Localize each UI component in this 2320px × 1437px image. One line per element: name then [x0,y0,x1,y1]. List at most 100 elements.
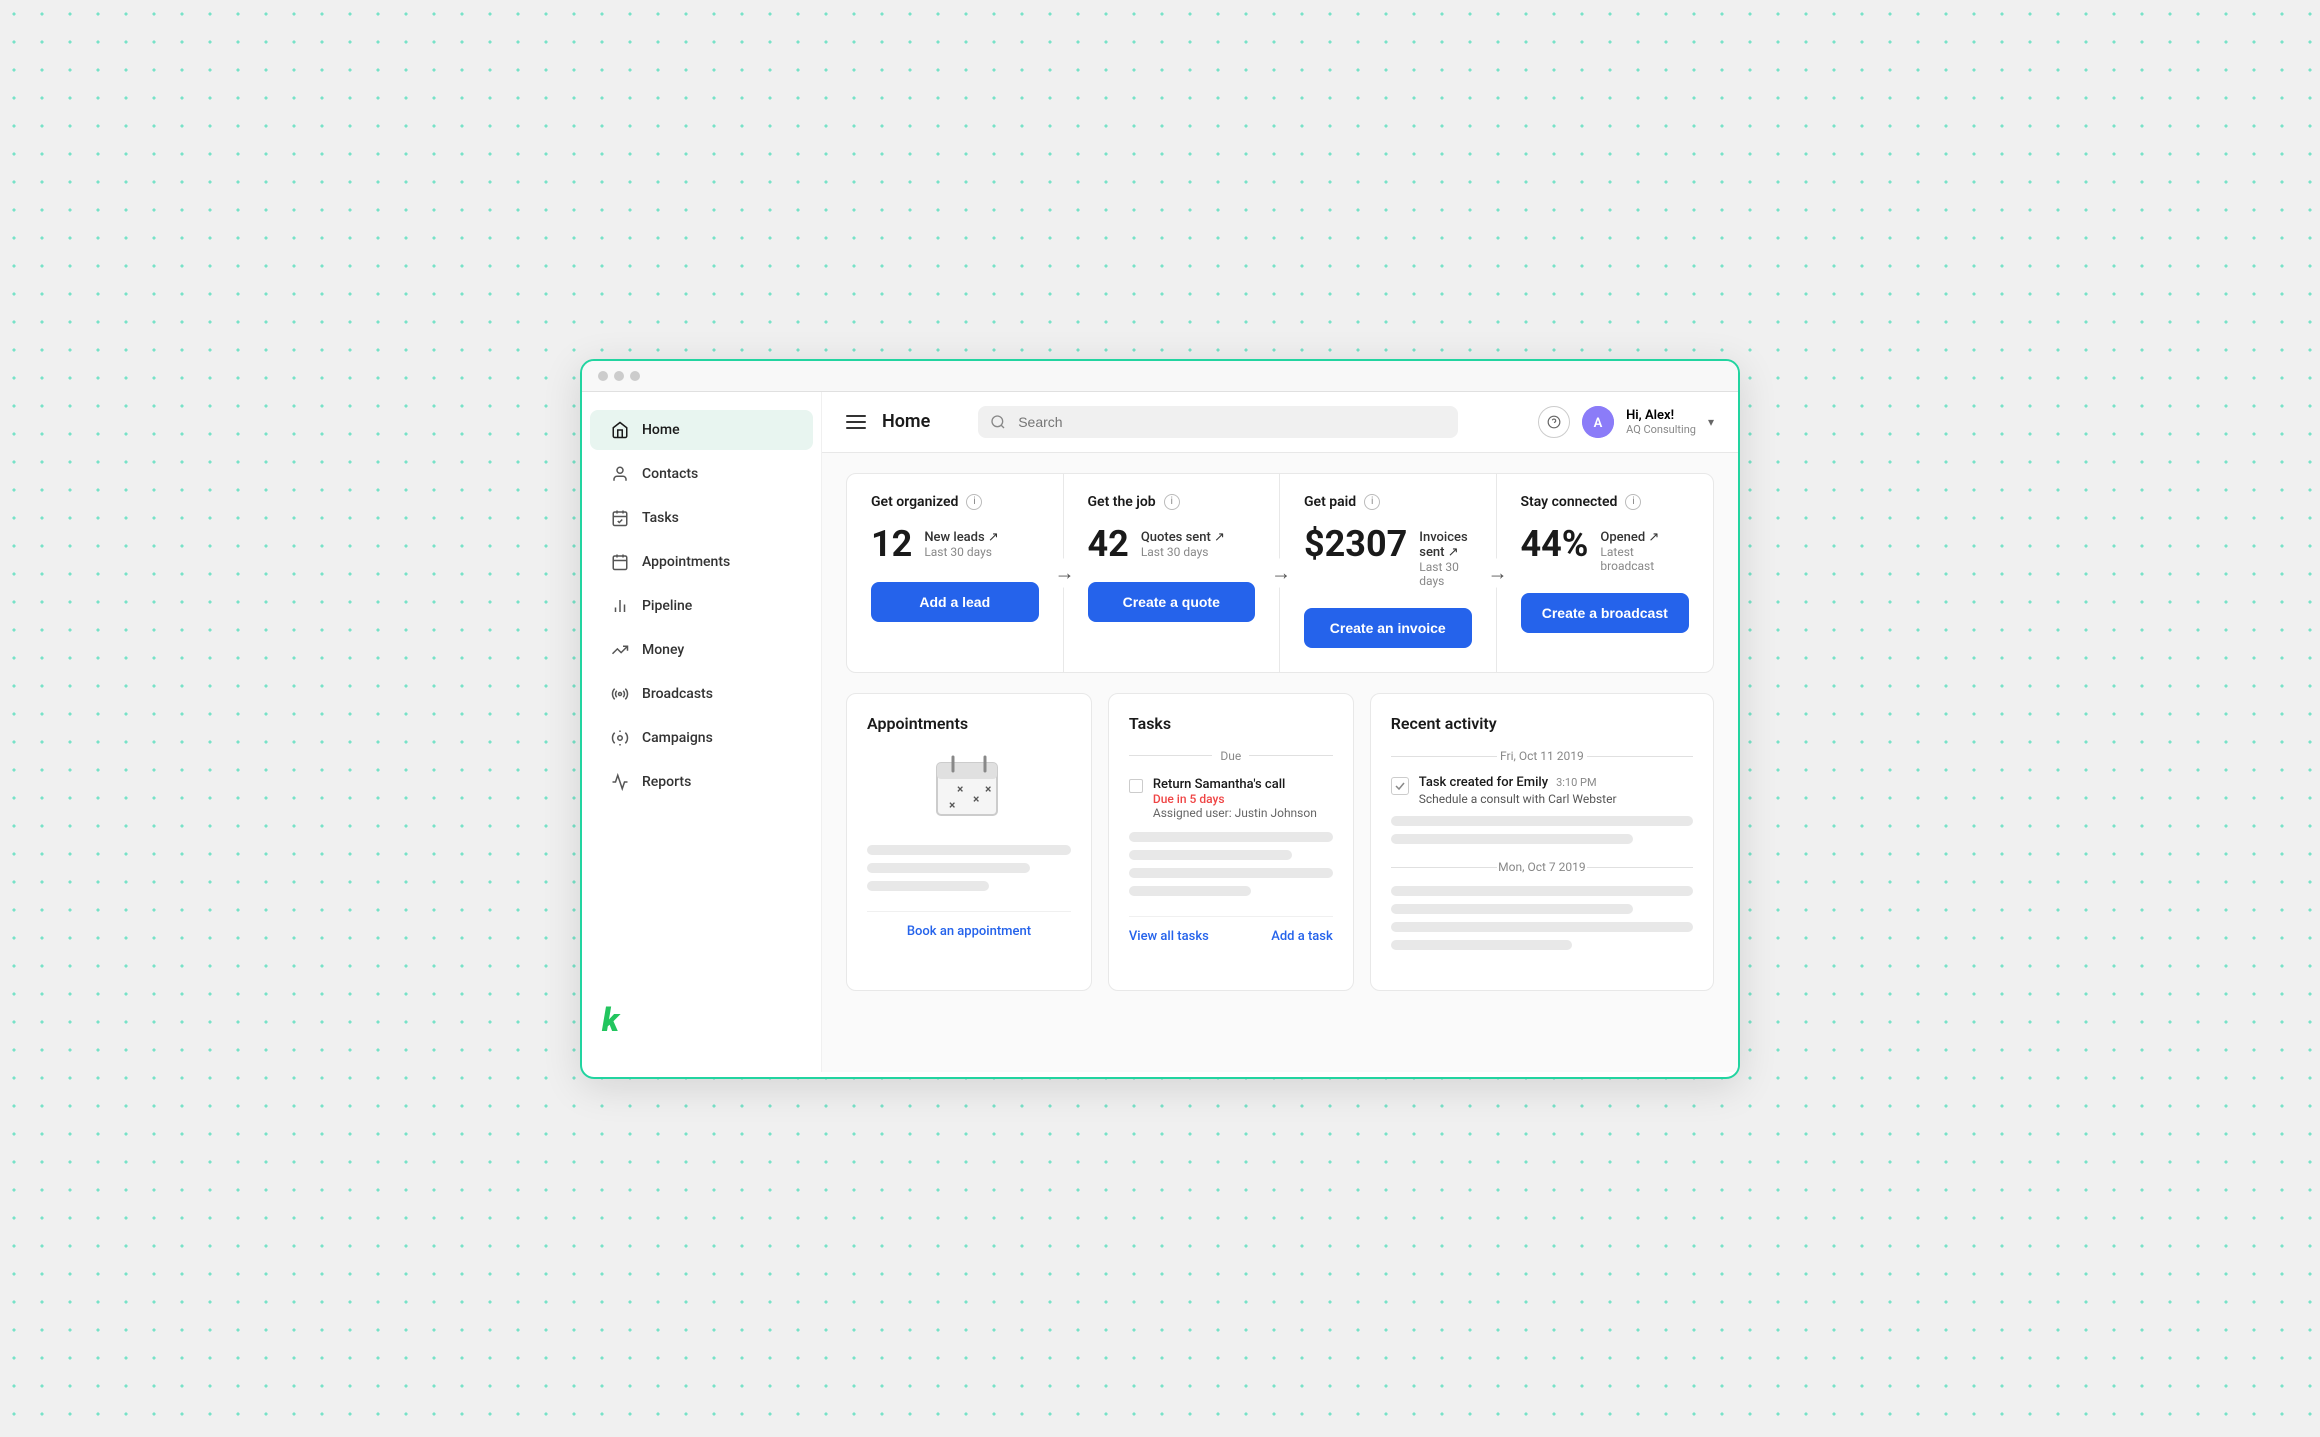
bottom-row: Appointments × × × × [846,693,1714,991]
money-icon [610,640,630,660]
appointments-skeleton [867,845,1071,891]
task-assigned: Assigned user: Justin Johnson [1153,806,1333,820]
tasks-footer: View all tasks Add a task [1129,916,1333,944]
skeleton-line [1391,816,1693,826]
svg-text:A: A [1594,416,1603,431]
user-info: Hi, Alex! AQ Consulting [1626,408,1696,436]
stat-card-stay-connected-number: 44% [1521,526,1589,562]
sidebar-item-home[interactable]: Home [590,410,813,450]
page-body: Get organized i 12 New leads ↗ Last 30 d… [822,453,1738,1072]
create-invoice-button[interactable]: Create an invoice [1304,608,1472,648]
add-lead-button[interactable]: Add a lead [871,582,1039,622]
stat-card-get-paid: Get paid i $2307 Invoices sent ↗ Last 30… [1280,474,1497,672]
task-due: Due in 5 days [1153,792,1333,806]
activity-skeleton-2 [1391,886,1693,950]
get-job-info-icon[interactable]: i [1164,494,1180,510]
svg-text:×: × [973,792,979,806]
menu-icon[interactable] [846,415,866,429]
sidebar-item-tasks-label: Tasks [642,510,679,526]
stat-card-get-job-detail: Quotes sent ↗ Last 30 days [1141,526,1225,559]
get-paid-info-icon[interactable]: i [1364,494,1380,510]
stat-card-stay-connected-title: Stay connected [1521,494,1618,510]
browser-dot-red [598,371,608,381]
browser-chrome [582,361,1738,392]
skeleton-line [1391,904,1633,914]
activity-check-icon [1391,777,1409,795]
stat-card-stay-connected-body: 44% Opened ↗ Latest broadcast [1521,526,1690,573]
due-divider: Due [1129,749,1333,763]
task-checkbox[interactable] [1129,779,1143,793]
skeleton-line [1391,922,1693,932]
task-name: Return Samantha's call [1153,777,1333,792]
main-content: Home [822,392,1738,1072]
skeleton-line [867,881,989,891]
stat-card-get-job-header: Get the job i [1088,494,1256,510]
browser-window: Home Contacts [580,359,1740,1079]
user-name: Hi, Alex! [1626,408,1696,423]
user-company: AQ Consulting [1626,423,1696,436]
activity-item: Task created for Emily 3:10 PM Schedule … [1391,775,1693,806]
search-input[interactable] [978,406,1458,438]
tasks-card: Tasks Due Return Samantha's call Due in … [1108,693,1354,991]
appointments-footer: Book an appointment [867,911,1071,939]
chevron-down-icon[interactable]: ▾ [1708,415,1714,429]
browser-dot-yellow [614,371,624,381]
activity-content: Task created for Emily 3:10 PM Schedule … [1419,775,1693,806]
arrow-divider-3: → [1486,558,1510,587]
tasks-icon [610,508,630,528]
activity-date-mon: Mon, Oct 7 2019 [1391,860,1693,874]
stat-card-get-paid-sublabel: Last 30 days [1419,560,1471,588]
appointments-icon [610,552,630,572]
stat-card-get-paid-label: Invoices sent ↗ [1419,530,1471,560]
view-all-tasks-link[interactable]: View all tasks [1129,929,1209,944]
stat-card-get-paid-body: $2307 Invoices sent ↗ Last 30 days [1304,526,1472,588]
create-quote-button[interactable]: Create a quote [1088,582,1256,622]
stat-card-stay-connected: Stay connected i 44% Opened ↗ Latest bro… [1497,474,1714,672]
get-organized-info-icon[interactable]: i [966,494,982,510]
sidebar-item-pipeline[interactable]: Pipeline [590,586,813,626]
stat-card-get-organized: Get organized i 12 New leads ↗ Last 30 d… [847,474,1064,672]
add-task-link[interactable]: Add a task [1271,929,1333,944]
create-broadcast-button[interactable]: Create a broadcast [1521,593,1690,633]
arrow-divider-1: → [1053,558,1077,587]
skeleton-line [1391,940,1572,950]
activity-time: 3:10 PM [1556,776,1596,789]
due-line-right [1249,755,1333,756]
stats-row: Get organized i 12 New leads ↗ Last 30 d… [846,473,1714,673]
app-header: Home [822,392,1738,453]
svg-text:×: × [949,798,955,812]
sidebar-item-reports[interactable]: Reports [590,762,813,802]
stat-card-stay-connected-label: Opened ↗ [1600,530,1689,545]
stat-card-get-organized-label: New leads ↗ [924,530,999,545]
sidebar-item-appointments[interactable]: Appointments [590,542,813,582]
stat-card-get-organized-detail: New leads ↗ Last 30 days [924,526,999,559]
sidebar-item-broadcasts[interactable]: Broadcasts [590,674,813,714]
skeleton-line [867,863,1030,873]
stat-card-get-job-title: Get the job [1088,494,1156,510]
task-content: Return Samantha's call Due in 5 days Ass… [1153,777,1333,820]
sidebar-item-campaigns[interactable]: Campaigns [590,718,813,758]
recent-activity-title: Recent activity [1391,714,1693,733]
broadcasts-icon [610,684,630,704]
search-icon [990,414,1006,430]
sidebar-item-home-label: Home [642,422,680,438]
book-appointment-link[interactable]: Book an appointment [907,924,1031,939]
skeleton-line [1129,868,1333,878]
stat-card-stay-connected-detail: Opened ↗ Latest broadcast [1600,526,1689,573]
stat-card-get-job: Get the job i 42 Quotes sent ↗ Last 30 d… [1064,474,1281,672]
stat-card-get-organized-title: Get organized [871,494,958,510]
due-label: Due [1220,749,1241,763]
help-icon[interactable] [1538,406,1570,438]
skeleton-line [1391,886,1693,896]
svg-text:×: × [985,782,991,796]
sidebar-item-tasks[interactable]: Tasks [590,498,813,538]
task-item: Return Samantha's call Due in 5 days Ass… [1129,777,1333,820]
activity-name: Task created for Emily [1419,775,1548,790]
sidebar-item-money-label: Money [642,642,684,658]
stay-connected-info-icon[interactable]: i [1625,494,1641,510]
skeleton-line [1129,832,1333,842]
activity-header-row: Task created for Emily 3:10 PM [1419,775,1693,790]
sidebar-item-contacts[interactable]: Contacts [590,454,813,494]
stat-card-get-paid-number: $2307 [1304,526,1407,562]
sidebar-item-money[interactable]: Money [590,630,813,670]
